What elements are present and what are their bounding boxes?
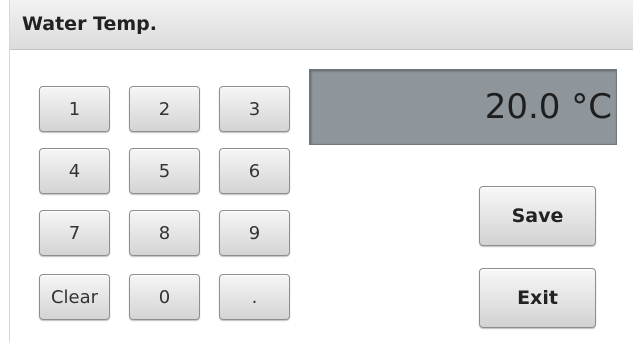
- key-1[interactable]: 1: [39, 86, 110, 132]
- key-0[interactable]: 0: [129, 274, 200, 320]
- temperature-display: 20.0 °C: [309, 69, 617, 145]
- title-bar: Water Temp.: [10, 0, 633, 50]
- key-6[interactable]: 6: [219, 148, 290, 194]
- exit-button[interactable]: Exit: [479, 268, 596, 328]
- key-2[interactable]: 2: [129, 86, 200, 132]
- key-4[interactable]: 4: [39, 148, 110, 194]
- key-9[interactable]: 9: [219, 210, 290, 256]
- key-8[interactable]: 8: [129, 210, 200, 256]
- water-temp-dialog: Water Temp. 1 2 3 4 5 6 7 8 9 Clear 0 . …: [10, 0, 633, 342]
- decimal-point-key[interactable]: .: [219, 274, 290, 320]
- dialog-title: Water Temp.: [22, 13, 157, 35]
- key-5[interactable]: 5: [129, 148, 200, 194]
- save-button[interactable]: Save: [479, 186, 596, 246]
- clear-button[interactable]: Clear: [39, 274, 110, 320]
- key-7[interactable]: 7: [39, 210, 110, 256]
- key-3[interactable]: 3: [219, 86, 290, 132]
